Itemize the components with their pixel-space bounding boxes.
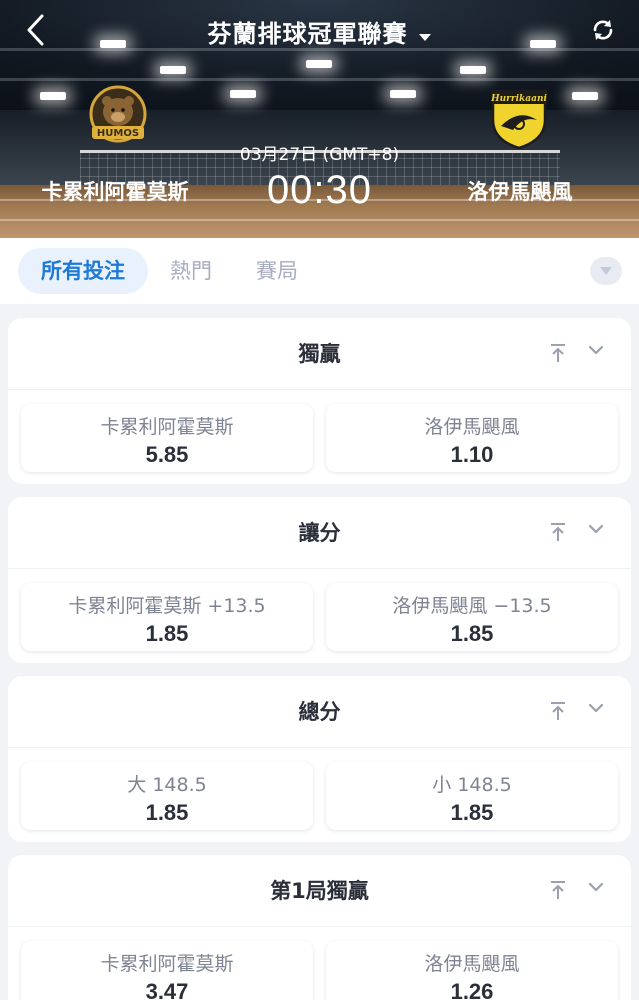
away-team-name: 洛伊馬颶風 <box>467 180 573 204</box>
expand-tabs-icon <box>600 267 612 275</box>
home-team-name: 卡累利阿霍莫斯 <box>41 180 189 204</box>
league-selector[interactable]: 芬蘭排球冠軍聯賽 <box>0 14 639 49</box>
odds-label: 卡累利阿霍莫斯 +13.5 <box>68 595 266 617</box>
odds-button-away[interactable]: 洛伊馬颶風 1.26 <box>326 941 618 1000</box>
market-card-set1-moneyline: 第1局獨贏 卡累利阿霍莫斯 3.47 洛伊馬颶風 1.26 <box>8 855 631 1000</box>
match-hero: 芬蘭排球冠軍聯賽 HUMOS Hurrikaani 03月27日 (GMT+8) <box>0 0 639 238</box>
pin-top-icon[interactable] <box>548 879 568 901</box>
pin-top-icon[interactable] <box>548 521 568 543</box>
odds-label: 洛伊馬颶風 <box>424 416 520 438</box>
market-header: 讓分 <box>8 497 631 569</box>
market-header: 獨贏 <box>8 318 631 390</box>
odds-button-under[interactable]: 小 148.5 1.85 <box>326 762 618 830</box>
ceiling-beam <box>0 78 639 81</box>
chevron-down-icon[interactable] <box>586 698 606 718</box>
market-header: 總分 <box>8 676 631 748</box>
arena-light <box>390 90 416 98</box>
odds-label: 卡累利阿霍莫斯 <box>100 953 234 975</box>
svg-text:Hurrikaani: Hurrikaani <box>490 94 547 104</box>
refresh-button[interactable] <box>589 16 617 44</box>
market-card-moneyline: 獨贏 卡累利阿霍莫斯 5.85 洛伊馬颶風 1.10 <box>8 318 631 484</box>
league-title: 芬蘭排球冠軍聯賽 <box>207 20 408 48</box>
home-team-logo: HUMOS <box>89 85 147 143</box>
market-title: 總分 <box>298 700 341 724</box>
arena-light <box>572 92 598 100</box>
expand-tabs-button[interactable] <box>590 257 622 285</box>
top-bar: 芬蘭排球冠軍聯賽 <box>0 0 639 60</box>
market-title: 第1局獨贏 <box>270 879 369 903</box>
odds-value: 1.26 <box>450 979 494 1000</box>
odds-label: 大 148.5 <box>127 774 207 796</box>
svg-text:HUMOS: HUMOS <box>97 128 139 139</box>
pin-top-icon[interactable] <box>548 700 568 722</box>
market-card-handicap: 讓分 卡累利阿霍莫斯 +13.5 1.85 洛伊馬颶風 −13.5 1.85 <box>8 497 631 663</box>
arena-light <box>230 90 256 98</box>
odds-button-away[interactable]: 洛伊馬颶風 1.10 <box>326 404 618 472</box>
odds-value: 5.85 <box>145 442 189 467</box>
odds-button-home[interactable]: 卡累利阿霍莫斯 5.85 <box>21 404 313 472</box>
match-date: 03月27日 (GMT+8) <box>239 145 400 165</box>
chevron-down-icon[interactable] <box>586 877 606 897</box>
chevron-down-icon[interactable] <box>586 519 606 539</box>
chevron-down-icon[interactable] <box>586 340 606 360</box>
odds-value: 1.85 <box>450 800 494 825</box>
odds-value: 1.10 <box>450 442 494 467</box>
court-line <box>0 219 639 221</box>
odds-button-over[interactable]: 大 148.5 1.85 <box>21 762 313 830</box>
odds-value: 1.85 <box>145 621 189 646</box>
odds-label: 洛伊馬颶風 −13.5 <box>392 595 552 617</box>
odds-value: 1.85 <box>145 800 189 825</box>
tab-all-bets[interactable]: 所有投注 <box>18 248 148 294</box>
arena-light <box>306 60 332 68</box>
odds-button-home[interactable]: 卡累利阿霍莫斯 +13.5 1.85 <box>21 583 313 651</box>
bet-filter-tabs: 所有投注 熱門 賽局 <box>0 238 639 304</box>
tab-popular[interactable]: 熱門 <box>160 248 222 294</box>
arena-light <box>160 66 186 74</box>
odds-button-away[interactable]: 洛伊馬颶風 −13.5 1.85 <box>326 583 618 651</box>
odds-value: 1.85 <box>450 621 494 646</box>
pin-top-icon[interactable] <box>548 342 568 364</box>
odds-label: 小 148.5 <box>432 774 512 796</box>
dropdown-caret-icon <box>418 21 432 49</box>
arena-light <box>460 66 486 74</box>
market-card-total: 總分 大 148.5 1.85 小 148.5 1.85 <box>8 676 631 842</box>
market-title: 獨贏 <box>298 342 341 366</box>
market-header: 第1局獨贏 <box>8 855 631 927</box>
odds-label: 洛伊馬颶風 <box>424 953 520 975</box>
odds-value: 3.47 <box>145 979 189 1000</box>
odds-label: 卡累利阿霍莫斯 <box>100 416 234 438</box>
refresh-icon <box>593 20 613 40</box>
arena-light <box>40 92 66 100</box>
odds-button-home[interactable]: 卡累利阿霍莫斯 3.47 <box>21 941 313 1000</box>
tab-sets[interactable]: 賽局 <box>246 248 308 294</box>
market-title: 讓分 <box>298 521 341 545</box>
